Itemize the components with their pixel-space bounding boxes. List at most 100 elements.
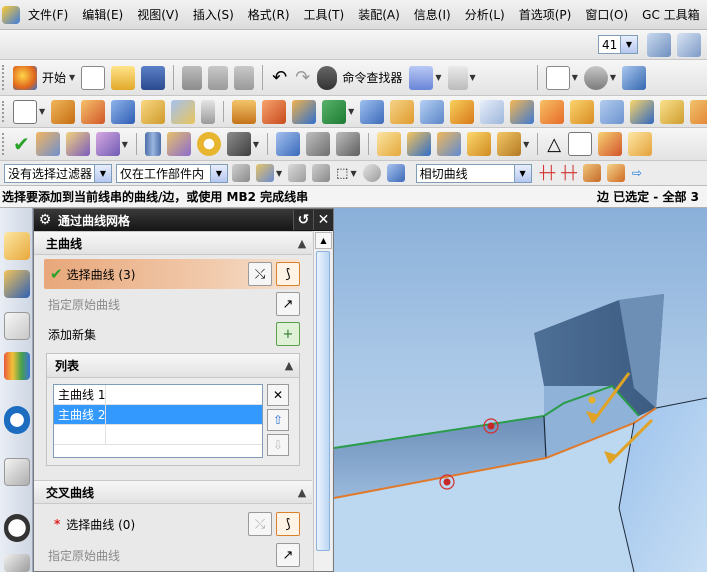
mirror-icon[interactable] (360, 99, 385, 124)
dialog-scrollbar[interactable]: ▲ (313, 231, 332, 571)
add-new-set-button[interactable]: + (276, 322, 300, 346)
snap-point-icon[interactable] (232, 164, 250, 182)
remove-icon[interactable]: ✕ (267, 384, 289, 406)
constraint-navigator-icon[interactable] (4, 270, 30, 298)
origin-curve-icon[interactable]: ↗ (276, 543, 300, 567)
primary-curve-listbox[interactable]: 主曲线 1 主曲线 2 (53, 384, 263, 458)
chevron-down-icon[interactable]: ▼ (210, 164, 227, 182)
chevron-down-icon[interactable]: ▼ (435, 73, 441, 82)
copy-icon[interactable] (208, 65, 229, 90)
orient-view-icon[interactable] (622, 65, 646, 90)
through-curves-icon[interactable] (407, 132, 432, 156)
revolve-icon[interactable] (81, 99, 106, 124)
chevron-down-icon[interactable]: ▼ (253, 140, 259, 149)
selection-box-icon[interactable]: ⬚ (336, 166, 348, 181)
command-finder-icon[interactable] (317, 65, 338, 90)
menu-assemblies[interactable]: 装配(A) (358, 6, 400, 23)
sewing-icon[interactable] (306, 132, 331, 156)
sketch-icon[interactable] (13, 99, 37, 124)
menu-window[interactable]: 窗口(O) (585, 6, 628, 23)
feature-curve-icon[interactable] (288, 164, 307, 182)
chevron-down-icon[interactable]: ▼ (610, 73, 616, 82)
offset-face-icon[interactable] (630, 99, 655, 124)
paste-icon[interactable] (234, 65, 255, 90)
toolbar-grip[interactable] (2, 65, 6, 90)
pocket-icon[interactable] (171, 99, 196, 124)
unite-icon[interactable] (420, 99, 445, 124)
info-icon[interactable] (447, 65, 468, 90)
chevron-down-icon[interactable]: ▼ (620, 36, 637, 53)
extract-geometry-icon[interactable] (690, 99, 707, 124)
chevron-down-icon[interactable]: ▼ (122, 140, 128, 149)
datum-axis-icon[interactable] (262, 99, 287, 124)
sketch-curve-icon[interactable] (35, 132, 60, 156)
selection-ribbon-icon[interactable] (409, 65, 434, 90)
roles-icon[interactable] (4, 554, 30, 572)
face-curve-icon[interactable] (312, 164, 331, 182)
finish-sketch-icon[interactable]: ✔ (13, 132, 30, 156)
chevron-up-icon[interactable]: ▲ (292, 486, 312, 499)
new-file-icon[interactable] (81, 65, 106, 90)
menu-format[interactable]: 格式(R) (248, 6, 290, 23)
swept-icon[interactable] (226, 132, 251, 156)
trim-sheet-icon[interactable] (497, 132, 522, 156)
assembly-navigator-icon[interactable] (4, 232, 30, 260)
menu-tools[interactable]: 工具(T) (304, 6, 345, 23)
chamfer-icon[interactable] (480, 99, 505, 124)
chain-within-feature-icon[interactable] (582, 164, 601, 182)
menu-file[interactable]: 文件(F) (28, 6, 68, 23)
chevron-down-icon[interactable]: ▼ (513, 164, 531, 182)
reattach-sketch-icon[interactable] (95, 132, 120, 156)
nx-app-icon[interactable] (2, 5, 20, 24)
chevron-down-icon[interactable]: ▼ (470, 73, 476, 82)
chevron-down-icon[interactable]: ▼ (523, 140, 529, 149)
hole-icon[interactable] (111, 99, 136, 124)
stop-at-intersection-icon[interactable]: ┼┼ (540, 166, 556, 181)
start-icon[interactable] (13, 65, 37, 90)
chevron-down-icon[interactable]: ▼ (94, 164, 111, 182)
thread-icon[interactable] (201, 99, 216, 124)
type-filter-combo[interactable]: 没有选择过滤器 ▼ (4, 163, 112, 183)
chevron-down-icon[interactable]: ▼ (572, 73, 578, 82)
shell-icon[interactable] (510, 99, 535, 124)
deselect-all-icon[interactable] (362, 164, 381, 182)
list-item[interactable]: 主曲线 1 (54, 385, 262, 405)
primary-select-curve-row[interactable]: ✔ 选择曲线 (3) ⤯ ⟆ (44, 259, 300, 289)
bounded-plane-icon[interactable] (336, 132, 361, 156)
sphere-icon[interactable] (196, 132, 221, 156)
list-item-empty[interactable] (54, 425, 262, 445)
clock-icon[interactable] (4, 514, 30, 542)
menu-gc-toolkit[interactable]: GC 工具箱 (642, 6, 700, 23)
datum-plane-icon[interactable] (232, 99, 257, 124)
feature-table-icon[interactable] (598, 132, 623, 156)
render-style-icon[interactable] (583, 65, 608, 90)
toolbar-grip[interactable] (2, 132, 6, 156)
redo-icon[interactable]: ↷ (295, 67, 310, 88)
work-layer-combo[interactable]: 41 ▼ (598, 35, 638, 54)
solid-body-filter-icon[interactable] (386, 164, 405, 182)
scale-body-icon[interactable] (660, 99, 685, 124)
cut-icon[interactable] (182, 65, 203, 90)
chevron-down-icon[interactable]: ▼ (69, 73, 75, 82)
command-finder-button[interactable]: 命令查找器 (342, 69, 402, 86)
close-icon[interactable]: ✕ (313, 210, 333, 230)
selection-mode-icon[interactable] (256, 164, 274, 182)
cylinder-icon[interactable] (144, 132, 161, 156)
boss-icon[interactable] (141, 99, 166, 124)
primary-curves-header[interactable]: 主曲线 ▲ (34, 231, 312, 255)
reverse-direction-icon[interactable]: ⤯ (248, 512, 272, 536)
fit-view-icon[interactable] (545, 65, 570, 90)
trim-body-icon[interactable] (570, 99, 595, 124)
selection-scope-combo[interactable]: 仅在工作部件内 ▼ (116, 163, 228, 183)
follow-fillet-icon[interactable]: ┼┼ (561, 166, 577, 181)
menu-insert[interactable]: 插入(S) (193, 6, 234, 23)
reverse-direction-icon[interactable]: ⤯ (248, 262, 272, 286)
layer-settings-icon[interactable] (647, 32, 671, 57)
model-view[interactable] (334, 208, 707, 572)
web-browser-icon[interactable] (4, 406, 30, 434)
toolbar-grip[interactable] (2, 100, 6, 123)
split-body-icon[interactable] (600, 99, 625, 124)
edge-blend-icon[interactable] (450, 99, 475, 124)
chevron-up-icon[interactable]: ▲ (292, 237, 312, 250)
path-selection-icon[interactable] (606, 164, 625, 182)
